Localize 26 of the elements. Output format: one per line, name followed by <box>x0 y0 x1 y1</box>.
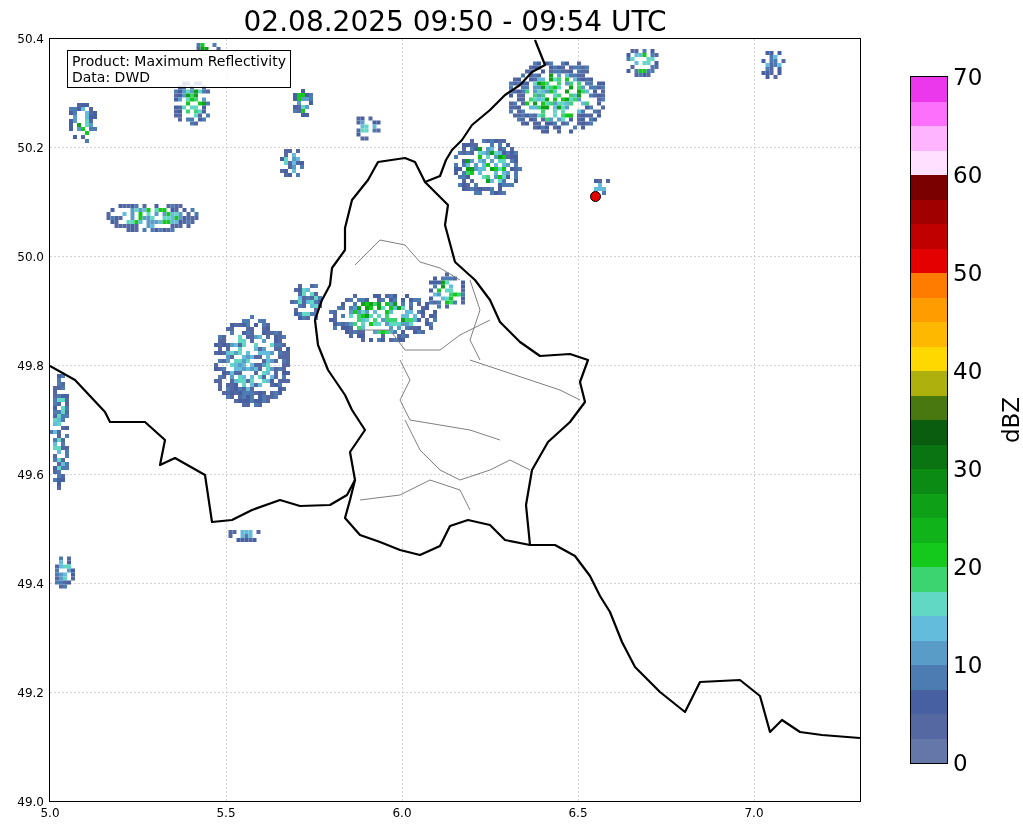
colorbar-tick-label: 10 <box>953 651 983 679</box>
station-marker <box>590 191 601 202</box>
legend-text: Data: DWD <box>72 69 151 85</box>
colorbar-tick-label: 50 <box>953 259 983 287</box>
y-axis-label: 50.0 <box>17 249 44 265</box>
colorbar-label: dBZ <box>998 396 1023 444</box>
colorbar-tick-label: 40 <box>953 357 983 385</box>
colorbar-tick-label: 30 <box>953 455 983 483</box>
y-axis-label: 49.8 <box>17 358 44 374</box>
y-axis-label: 49.2 <box>17 685 44 701</box>
y-axis-label: 50.4 <box>17 31 44 47</box>
chart-title: 02.08.2025 09:50 - 09:54 UTC <box>243 5 667 39</box>
colorbar-tick-label: 20 <box>953 553 983 581</box>
legend-text: Product: Maximum Reflectivity <box>72 53 286 69</box>
x-axis-label: 6.5 <box>567 805 589 821</box>
x-axis-label: 5.0 <box>39 806 61 821</box>
colorbar-tick-label: 0 <box>953 749 968 777</box>
x-axis-label: 5.5 <box>215 805 237 821</box>
y-axis-label: 49.0 <box>17 794 44 809</box>
y-axis-label: 49.6 <box>17 467 44 483</box>
x-axis-label: 6.0 <box>391 805 413 821</box>
y-axis-label: 50.2 <box>17 140 44 156</box>
x-axis-label: 7.0 <box>743 805 765 821</box>
colorbar-tick-label: 60 <box>953 161 983 189</box>
colorbar-tick-label: 70 <box>953 63 983 91</box>
y-axis-label: 49.4 <box>17 576 44 592</box>
